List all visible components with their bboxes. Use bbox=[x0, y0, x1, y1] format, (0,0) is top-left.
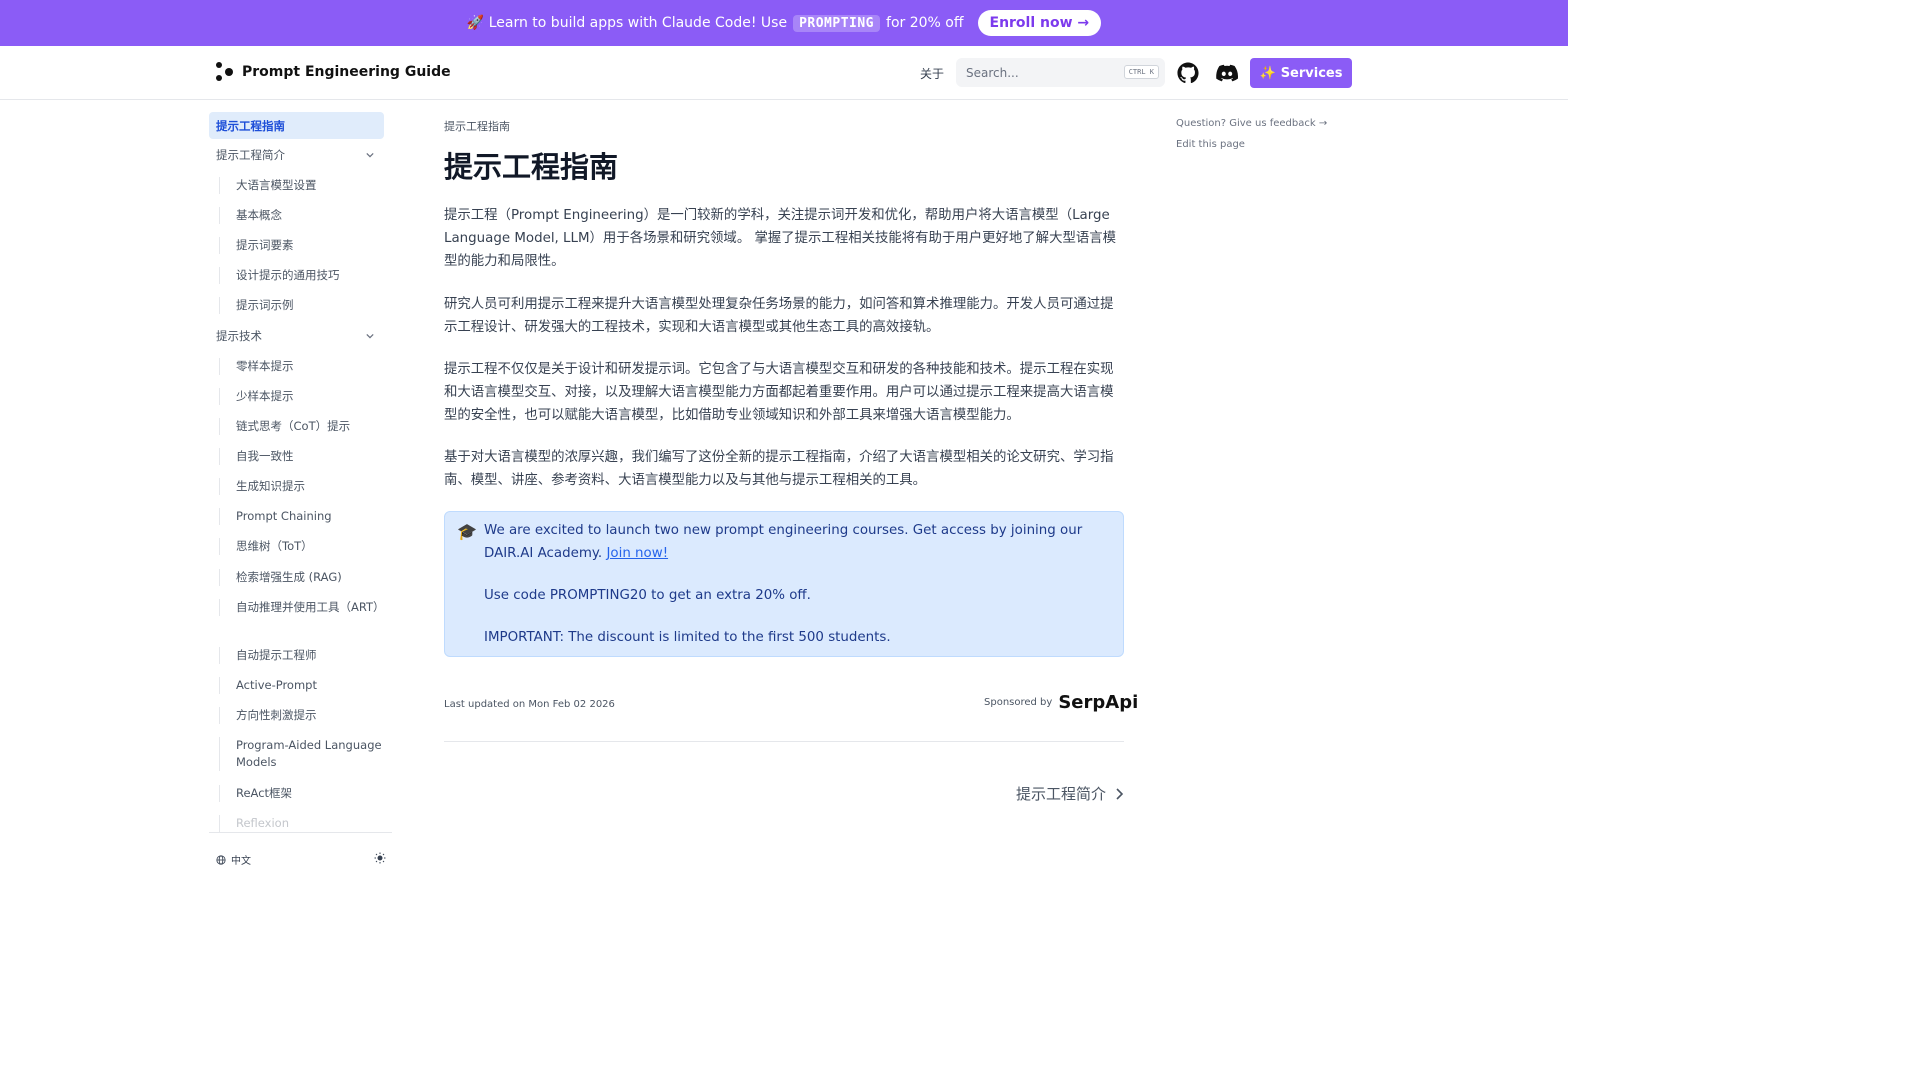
site-logo[interactable]: Prompt Engineering Guide bbox=[216, 62, 451, 82]
sidebar-item[interactable]: Reflexion bbox=[219, 815, 384, 832]
sidebar-nav: 提示工程指南 提示工程简介 大语言模型设置 基本概念 提示词要素 设计提示的通用… bbox=[209, 110, 392, 832]
callout-line-3: IMPORTANT: The discount is limited to th… bbox=[484, 630, 891, 645]
sidebar-item[interactable]: 提示词示例 bbox=[219, 297, 384, 314]
sidebar-item[interactable]: Active-Prompt bbox=[219, 677, 384, 694]
nav-about-link[interactable]: 关于 bbox=[920, 65, 944, 82]
next-page-label: 提示工程简介 bbox=[1016, 785, 1107, 803]
chevron-down-icon bbox=[366, 152, 374, 158]
language-label: 中文 bbox=[231, 856, 251, 867]
breadcrumb[interactable]: 提示工程指南 bbox=[444, 118, 510, 134]
promo-code: PROMPTING bbox=[793, 14, 881, 32]
enroll-now-button[interactable]: Enroll now → bbox=[977, 10, 1102, 36]
intro-paragraph: 提示工程不仅仅是关于设计和研发提示词。它包含了与大语言模型交互和研发的各种技能和… bbox=[444, 362, 1114, 423]
chevron-down-icon bbox=[366, 333, 374, 339]
logo-dots-icon bbox=[216, 62, 234, 82]
sidebar-item[interactable]: 提示词要素 bbox=[219, 237, 384, 254]
sparkle-icon: ✨ bbox=[1259, 65, 1276, 81]
serpapi-logo: SerpApi bbox=[1058, 692, 1139, 713]
banner-text: 🚀 Learn to build apps with Claude Code! … bbox=[466, 15, 788, 31]
github-icon[interactable] bbox=[1177, 62, 1199, 84]
sidebar-item[interactable]: 自动推理并使用工具（ART） bbox=[219, 599, 385, 616]
chevron-right-icon bbox=[1116, 787, 1124, 800]
sidebar-item[interactable]: 设计提示的通用技巧 bbox=[219, 267, 384, 284]
sidebar-item[interactable]: 生成知识提示 bbox=[219, 478, 384, 495]
sidebar-item[interactable]: 基本概念 bbox=[219, 207, 384, 224]
sidebar-item-active[interactable]: 提示工程指南 bbox=[209, 112, 384, 139]
footer-divider bbox=[444, 741, 1124, 742]
sidebar-group-techniques[interactable]: 提示技术 bbox=[209, 328, 384, 344]
sidebar-item[interactable]: Prompt Chaining bbox=[219, 508, 384, 525]
sidebar-item[interactable]: 大语言模型设置 bbox=[219, 177, 384, 194]
discord-icon[interactable] bbox=[1216, 62, 1238, 84]
sidebar-group-label: 提示技术 bbox=[216, 329, 262, 343]
services-label: Services bbox=[1280, 65, 1343, 81]
last-updated: Last updated on Mon Feb 02 2026 bbox=[444, 699, 615, 710]
feedback-link[interactable]: Question? Give us feedback → bbox=[1176, 118, 1327, 129]
sidebar-group-label: 提示工程简介 bbox=[216, 148, 285, 162]
search-placeholder: Search... bbox=[966, 65, 1019, 80]
page-title: 提示工程指南 bbox=[444, 150, 619, 184]
site-title: Prompt Engineering Guide bbox=[242, 64, 451, 80]
sponsor-link[interactable]: Sponsored by SerpApi bbox=[984, 692, 1138, 713]
top-navbar: Prompt Engineering Guide 关于 Search... CT… bbox=[0, 46, 1568, 100]
language-switcher[interactable]: 中文 bbox=[216, 852, 251, 867]
join-now-link[interactable]: Join now! bbox=[606, 546, 668, 561]
intro-paragraph: 提示工程（Prompt Engineering）是一门较新的学科，关注提示词开发… bbox=[444, 208, 1117, 269]
search-shortcut: CTRL K bbox=[1123, 65, 1159, 79]
sidebar-item[interactable]: Program-Aided Language Models bbox=[219, 737, 384, 771]
sidebar-item[interactable]: ReAct框架 bbox=[219, 785, 384, 802]
globe-icon bbox=[216, 854, 226, 865]
sidebar-item[interactable]: 自动提示工程师 bbox=[219, 647, 384, 664]
callout-line-2: Use code PROMPTING20 to get an extra 20%… bbox=[484, 588, 811, 603]
callout-text: We are excited to launch two new prompt … bbox=[484, 519, 1109, 565]
edit-page-link[interactable]: Edit this page bbox=[1176, 139, 1245, 150]
promo-banner: 🚀 Learn to build apps with Claude Code! … bbox=[0, 0, 1568, 46]
sidebar-item[interactable]: 方向性刺激提示 bbox=[219, 707, 384, 724]
intro-paragraph: 基于对大语言模型的浓厚兴趣，我们编写了这份全新的提示工程指南，介绍了大语言模型相… bbox=[444, 450, 1114, 488]
sun-icon[interactable] bbox=[374, 852, 386, 864]
sidebar-item[interactable]: 检索增强生成 (RAG) bbox=[219, 569, 384, 586]
search-input[interactable]: Search... CTRL K bbox=[956, 58, 1165, 87]
intro-paragraph: 研究人员可利用提示工程来提升大语言模型处理复杂任务场景的能力，如问答和算术推理能… bbox=[444, 297, 1114, 335]
sidebar-footer: 中文 bbox=[209, 832, 392, 882]
graduation-cap-icon: 🎓 bbox=[457, 522, 477, 541]
sidebar-item[interactable]: 零样本提示 bbox=[219, 358, 384, 375]
sidebar-item[interactable]: 思维树（ToT） bbox=[219, 538, 384, 555]
sidebar-item[interactable]: 链式思考（CoT）提示 bbox=[219, 418, 384, 435]
next-page-link[interactable]: 提示工程简介 bbox=[1016, 783, 1124, 804]
banner-suffix: for 20% off bbox=[886, 15, 964, 31]
services-button[interactable]: ✨ Services bbox=[1250, 58, 1352, 88]
sidebar-item[interactable]: 自我一致性 bbox=[219, 448, 384, 465]
callout-line-1: We are excited to launch two new prompt … bbox=[484, 523, 1083, 561]
sponsored-by-label: Sponsored by bbox=[984, 697, 1053, 708]
course-callout: 🎓 We are excited to launch two new promp… bbox=[444, 511, 1124, 657]
sidebar-item[interactable]: 少样本提示 bbox=[219, 388, 384, 405]
sidebar-group-intro[interactable]: 提示工程简介 bbox=[209, 147, 384, 163]
